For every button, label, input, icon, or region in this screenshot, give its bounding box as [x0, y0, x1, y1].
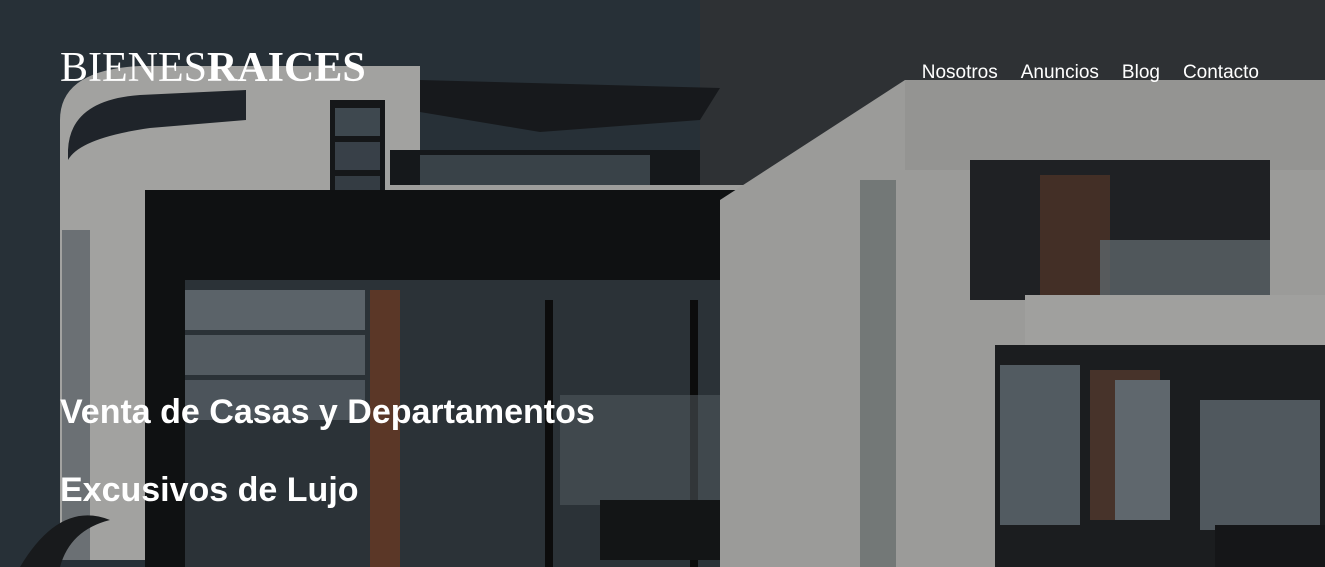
- nav-link-anuncios[interactable]: Anuncios: [1021, 60, 1099, 86]
- hero-section: BIENESRAICES Nosotros Anuncios Blog Cont…: [0, 0, 1325, 567]
- hero-heading-line-1: Venta de Casas y Departamentos: [60, 393, 595, 431]
- logo-light-text: BIENES: [60, 45, 207, 91]
- site-logo[interactable]: BIENESRAICES: [60, 44, 366, 92]
- main-nav: Nosotros Anuncios Blog Contacto: [922, 60, 1259, 86]
- hero-heading: Venta de Casas y Departamentos Excusivos…: [60, 388, 595, 514]
- nav-link-nosotros[interactable]: Nosotros: [922, 60, 998, 86]
- site-header: BIENESRAICES Nosotros Anuncios Blog Cont…: [60, 44, 1259, 92]
- hero-heading-line-2: Excusivos de Lujo: [60, 471, 359, 509]
- nav-link-contacto[interactable]: Contacto: [1183, 60, 1259, 86]
- nav-link-blog[interactable]: Blog: [1122, 60, 1160, 86]
- logo-bold-text: RAICES: [207, 45, 366, 91]
